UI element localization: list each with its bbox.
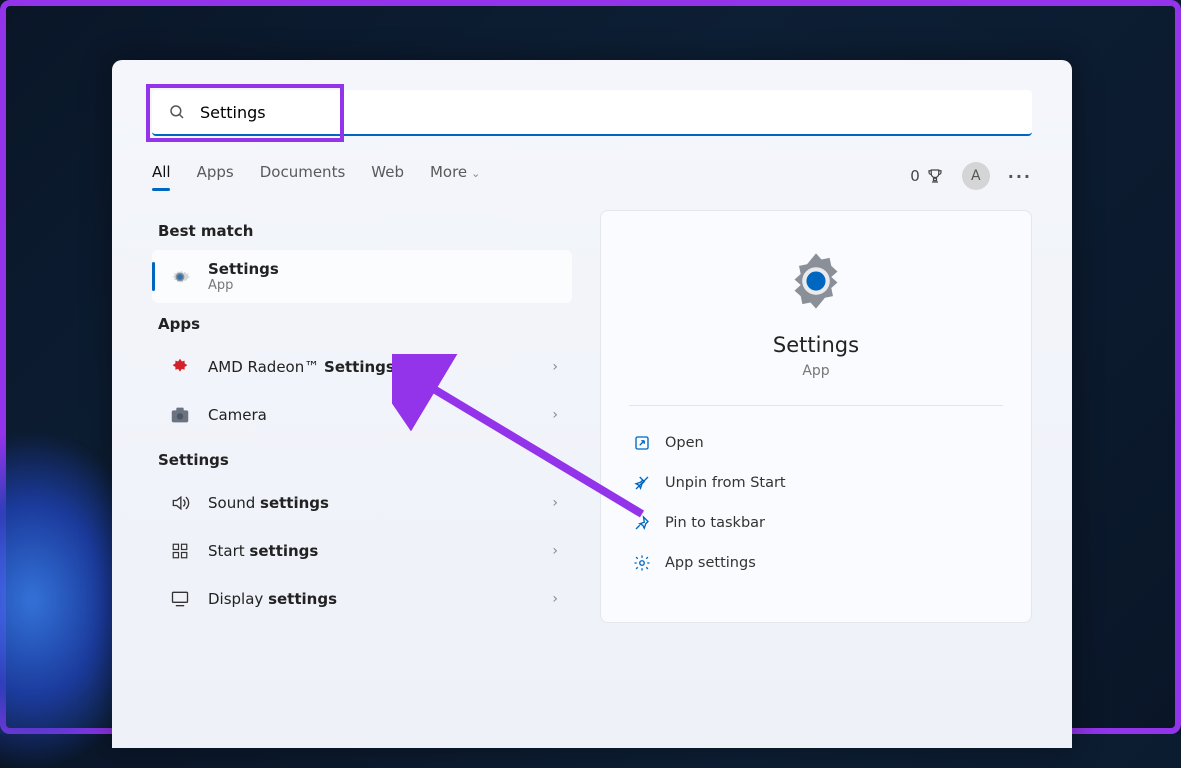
result-title: Start settings xyxy=(208,542,552,560)
action-unpin-start[interactable]: Unpin from Start xyxy=(629,464,1003,502)
search-container xyxy=(152,90,1032,136)
gear-icon xyxy=(166,263,194,291)
amd-icon xyxy=(166,353,194,381)
grid-icon xyxy=(166,537,194,565)
camera-icon xyxy=(166,401,194,429)
filter-tab-row: All Apps Documents Web More⌄ 0 A ··· xyxy=(152,162,1032,190)
chevron-down-icon: ⌄ xyxy=(471,167,480,180)
detail-subtitle: App xyxy=(629,363,1003,379)
result-camera[interactable]: Camera › xyxy=(152,391,572,439)
result-display-settings[interactable]: Display settings › xyxy=(152,575,572,623)
result-sound-settings[interactable]: Sound settings › xyxy=(152,479,572,527)
section-settings: Settings xyxy=(158,451,572,469)
action-label: Pin to taskbar xyxy=(665,515,765,531)
result-title: Settings xyxy=(208,260,558,278)
detail-title: Settings xyxy=(629,333,1003,357)
detail-pane: Settings App Open Unpin from Start Pin t… xyxy=(600,210,1032,623)
chevron-right-icon: › xyxy=(552,543,558,559)
chevron-right-icon: › xyxy=(552,591,558,607)
tab-apps[interactable]: Apps xyxy=(197,163,234,189)
search-icon xyxy=(168,103,186,121)
result-subtitle: App xyxy=(208,278,558,293)
start-search-panel: All Apps Documents Web More⌄ 0 A ··· Bes… xyxy=(112,60,1072,748)
tab-all[interactable]: All xyxy=(152,163,171,189)
chevron-right-icon: › xyxy=(552,495,558,511)
tab-more[interactable]: More⌄ xyxy=(430,163,480,189)
results-content: Best match Settings App Apps AMD Radeon™… xyxy=(152,210,1032,623)
chevron-right-icon: › xyxy=(552,407,558,423)
result-title: Camera xyxy=(208,406,552,424)
action-pin-taskbar[interactable]: Pin to taskbar xyxy=(629,504,1003,542)
action-label: App settings xyxy=(665,555,756,571)
section-apps: Apps xyxy=(158,315,572,333)
monitor-icon xyxy=(166,585,194,613)
search-box[interactable] xyxy=(152,90,1032,136)
trophy-icon xyxy=(926,167,944,185)
chevron-right-icon: › xyxy=(552,359,558,375)
tab-documents[interactable]: Documents xyxy=(260,163,346,189)
more-options-icon[interactable]: ··· xyxy=(1008,167,1032,186)
result-settings-app[interactable]: Settings App xyxy=(152,250,572,303)
result-amd-settings[interactable]: AMD Radeon™ Settings Lite › xyxy=(152,343,572,391)
action-open[interactable]: Open xyxy=(629,424,1003,462)
action-label: Unpin from Start xyxy=(665,475,786,491)
gear-large-icon xyxy=(782,247,850,315)
tab-web[interactable]: Web xyxy=(371,163,404,189)
gear-small-icon xyxy=(633,554,651,572)
action-app-settings[interactable]: App settings xyxy=(629,544,1003,582)
pin-icon xyxy=(633,514,651,532)
search-input[interactable] xyxy=(200,103,1016,122)
result-title: Display settings xyxy=(208,590,552,608)
rewards-badge[interactable]: 0 xyxy=(910,167,944,185)
user-avatar[interactable]: A xyxy=(962,162,990,190)
action-label: Open xyxy=(665,435,704,451)
result-start-settings[interactable]: Start settings › xyxy=(152,527,572,575)
section-best-match: Best match xyxy=(158,222,572,240)
unpin-icon xyxy=(633,474,651,492)
result-title: AMD Radeon™ Settings Lite xyxy=(208,358,552,376)
results-list: Best match Settings App Apps AMD Radeon™… xyxy=(152,210,572,623)
divider xyxy=(629,405,1003,406)
result-title: Sound settings xyxy=(208,494,552,512)
open-icon xyxy=(633,434,651,452)
speaker-icon xyxy=(166,489,194,517)
rewards-count: 0 xyxy=(910,167,920,185)
